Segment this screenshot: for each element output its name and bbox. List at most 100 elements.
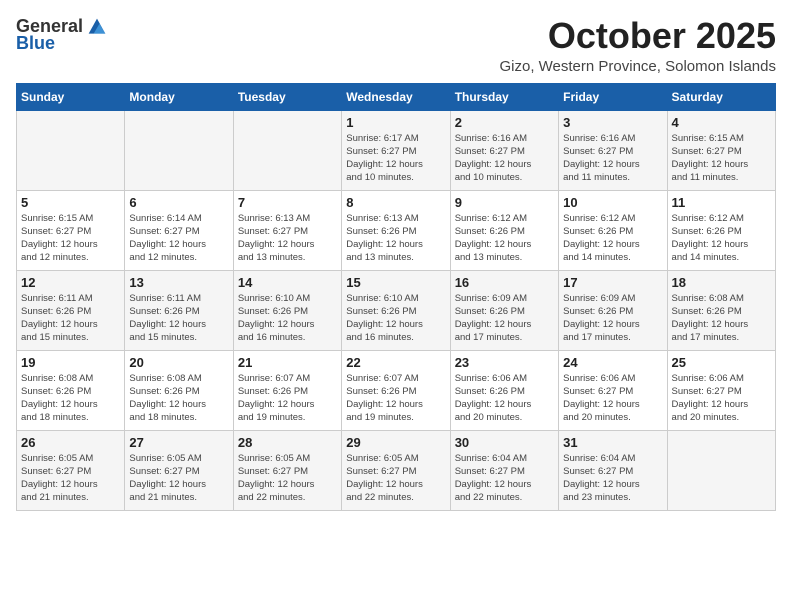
calendar-cell xyxy=(667,430,775,510)
calendar-week-row: 5 Sunrise: 6:15 AM Sunset: 6:27 PM Daylig… xyxy=(17,190,776,270)
calendar-cell: 31Sunrise: 6:04 AM Sunset: 6:27 PM Dayli… xyxy=(559,430,667,510)
day-info: Sunrise: 6:13 AM Sunset: 6:27 PM Dayligh… xyxy=(238,213,315,264)
calendar-cell: 26 Sunrise: 6:05 AM Sunset: 6:27 PM Dayli… xyxy=(17,430,125,510)
day-number: 16 xyxy=(455,275,554,290)
day-number: 7 xyxy=(238,195,337,210)
day-number: 5 xyxy=(21,195,120,210)
weekday-header-saturday: Saturday xyxy=(667,83,775,110)
day-info: Sunrise: 6:05 AM Sunset: 6:27 PM Dayligh… xyxy=(21,453,98,504)
calendar-week-row: 12 Sunrise: 6:11 AM Sunset: 6:26 PM Dayli… xyxy=(17,270,776,350)
calendar-cell: 23 Sunrise: 6:06 AM Sunset: 6:26 PM Dayli… xyxy=(450,350,558,430)
day-info: Sunrise: 6:05 AM Sunset: 6:27 PM Dayligh… xyxy=(129,453,206,504)
title-block: October 2025 Gizo, Western Province, Sol… xyxy=(499,16,776,75)
day-number: 2 xyxy=(455,115,554,130)
calendar-table: SundayMondayTuesdayWednesdayThursdayFrid… xyxy=(16,83,776,511)
day-number: 25 xyxy=(672,355,771,370)
day-info: Sunrise: 6:09 AM Sunset: 6:26 PM Dayligh… xyxy=(455,293,532,344)
day-number: 19 xyxy=(21,355,120,370)
calendar-cell: 27 Sunrise: 6:05 AM Sunset: 6:27 PM Dayli… xyxy=(125,430,233,510)
day-info: Sunrise: 6:15 AM Sunset: 6:27 PM Dayligh… xyxy=(672,133,749,184)
calendar-week-row: 19 Sunrise: 6:08 AM Sunset: 6:26 PM Dayli… xyxy=(17,350,776,430)
day-number: 12 xyxy=(21,275,120,290)
day-info: Sunrise: 6:12 AM Sunset: 6:26 PM Dayligh… xyxy=(455,213,532,264)
day-number: 15 xyxy=(346,275,445,290)
day-number: 13 xyxy=(129,275,228,290)
day-number: 6 xyxy=(129,195,228,210)
day-number: 20 xyxy=(129,355,228,370)
calendar-cell: 28Sunrise: 6:05 AM Sunset: 6:27 PM Dayli… xyxy=(233,430,341,510)
day-number: 26 xyxy=(21,435,120,450)
weekday-header-wednesday: Wednesday xyxy=(342,83,450,110)
logo-blue: Blue xyxy=(16,33,55,54)
day-number: 10 xyxy=(563,195,662,210)
day-info: Sunrise: 6:13 AM Sunset: 6:26 PM Dayligh… xyxy=(346,213,423,264)
day-info: Sunrise: 6:14 AM Sunset: 6:27 PM Dayligh… xyxy=(129,213,206,264)
day-info: Sunrise: 6:07 AM Sunset: 6:26 PM Dayligh… xyxy=(238,373,315,424)
calendar-cell: 5 Sunrise: 6:15 AM Sunset: 6:27 PM Daylig… xyxy=(17,190,125,270)
day-number: 8 xyxy=(346,195,445,210)
day-number: 23 xyxy=(455,355,554,370)
calendar-cell: 4 Sunrise: 6:15 AM Sunset: 6:27 PM Daylig… xyxy=(667,110,775,190)
day-info: Sunrise: 6:12 AM Sunset: 6:26 PM Dayligh… xyxy=(672,213,749,264)
day-info: Sunrise: 6:15 AM Sunset: 6:27 PM Dayligh… xyxy=(21,213,98,264)
calendar-cell: 10 Sunrise: 6:12 AM Sunset: 6:26 PM Dayli… xyxy=(559,190,667,270)
day-number: 21 xyxy=(238,355,337,370)
page-header: General Blue October 2025 Gizo, Western … xyxy=(16,16,776,75)
day-info: Sunrise: 6:16 AM Sunset: 6:27 PM Dayligh… xyxy=(563,133,640,184)
logo-icon xyxy=(87,17,107,37)
calendar-cell: 17 Sunrise: 6:09 AM Sunset: 6:26 PM Dayli… xyxy=(559,270,667,350)
day-info: Sunrise: 6:12 AM Sunset: 6:26 PM Dayligh… xyxy=(563,213,640,264)
day-info: Sunrise: 6:10 AM Sunset: 6:26 PM Dayligh… xyxy=(346,293,423,344)
calendar-cell: 3 Sunrise: 6:16 AM Sunset: 6:27 PM Daylig… xyxy=(559,110,667,190)
day-info: Sunrise: 6:06 AM Sunset: 6:26 PM Dayligh… xyxy=(455,373,532,424)
day-number: 18 xyxy=(672,275,771,290)
calendar-cell: 1Sunrise: 6:17 AM Sunset: 6:27 PM Daylig… xyxy=(342,110,450,190)
day-info: Sunrise: 6:08 AM Sunset: 6:26 PM Dayligh… xyxy=(21,373,98,424)
day-number: 11 xyxy=(672,195,771,210)
weekday-header-thursday: Thursday xyxy=(450,83,558,110)
day-number: 4 xyxy=(672,115,771,130)
day-number: 14 xyxy=(238,275,337,290)
calendar-cell: 18Sunrise: 6:08 AM Sunset: 6:26 PM Dayli… xyxy=(667,270,775,350)
calendar-cell: 6 Sunrise: 6:14 AM Sunset: 6:27 PM Daylig… xyxy=(125,190,233,270)
day-info: Sunrise: 6:04 AM Sunset: 6:27 PM Dayligh… xyxy=(455,453,532,504)
day-info: Sunrise: 6:11 AM Sunset: 6:26 PM Dayligh… xyxy=(129,293,206,344)
day-info: Sunrise: 6:09 AM Sunset: 6:26 PM Dayligh… xyxy=(563,293,640,344)
day-info: Sunrise: 6:10 AM Sunset: 6:26 PM Dayligh… xyxy=(238,293,315,344)
day-info: Sunrise: 6:11 AM Sunset: 6:26 PM Dayligh… xyxy=(21,293,98,344)
calendar-cell: 30 Sunrise: 6:04 AM Sunset: 6:27 PM Dayli… xyxy=(450,430,558,510)
weekday-header-tuesday: Tuesday xyxy=(233,83,341,110)
calendar-cell: 13 Sunrise: 6:11 AM Sunset: 6:26 PM Dayli… xyxy=(125,270,233,350)
day-info: Sunrise: 6:05 AM Sunset: 6:27 PM Dayligh… xyxy=(346,453,423,504)
day-number: 27 xyxy=(129,435,228,450)
day-number: 22 xyxy=(346,355,445,370)
calendar-cell: 16 Sunrise: 6:09 AM Sunset: 6:26 PM Dayli… xyxy=(450,270,558,350)
day-info: Sunrise: 6:07 AM Sunset: 6:26 PM Dayligh… xyxy=(346,373,423,424)
calendar-cell xyxy=(125,110,233,190)
calendar-cell: 22 Sunrise: 6:07 AM Sunset: 6:26 PM Dayli… xyxy=(342,350,450,430)
day-number: 30 xyxy=(455,435,554,450)
calendar-cell: 15 Sunrise: 6:10 AM Sunset: 6:26 PM Dayli… xyxy=(342,270,450,350)
calendar-cell xyxy=(17,110,125,190)
weekday-header-friday: Friday xyxy=(559,83,667,110)
day-number: 28 xyxy=(238,435,337,450)
location-title: Gizo, Western Province, Solomon Islands xyxy=(499,58,776,75)
calendar-cell: 25 Sunrise: 6:06 AM Sunset: 6:27 PM Dayli… xyxy=(667,350,775,430)
calendar-cell: 11 Sunrise: 6:12 AM Sunset: 6:26 PM Dayli… xyxy=(667,190,775,270)
calendar-cell: 2Sunrise: 6:16 AM Sunset: 6:27 PM Daylig… xyxy=(450,110,558,190)
day-number: 24 xyxy=(563,355,662,370)
day-info: Sunrise: 6:08 AM Sunset: 6:26 PM Dayligh… xyxy=(129,373,206,424)
weekday-header-monday: Monday xyxy=(125,83,233,110)
calendar-cell: 8 Sunrise: 6:13 AM Sunset: 6:26 PM Daylig… xyxy=(342,190,450,270)
day-number: 17 xyxy=(563,275,662,290)
calendar-week-row: 1Sunrise: 6:17 AM Sunset: 6:27 PM Daylig… xyxy=(17,110,776,190)
day-info: Sunrise: 6:06 AM Sunset: 6:27 PM Dayligh… xyxy=(672,373,749,424)
calendar-cell: 24Sunrise: 6:06 AM Sunset: 6:27 PM Dayli… xyxy=(559,350,667,430)
weekday-header-row: SundayMondayTuesdayWednesdayThursdayFrid… xyxy=(17,83,776,110)
calendar-cell: 29Sunrise: 6:05 AM Sunset: 6:27 PM Dayli… xyxy=(342,430,450,510)
day-number: 31 xyxy=(563,435,662,450)
day-number: 3 xyxy=(563,115,662,130)
calendar-cell: 21 Sunrise: 6:07 AM Sunset: 6:26 PM Dayli… xyxy=(233,350,341,430)
calendar-cell: 12 Sunrise: 6:11 AM Sunset: 6:26 PM Dayli… xyxy=(17,270,125,350)
logo: General Blue xyxy=(16,16,107,54)
